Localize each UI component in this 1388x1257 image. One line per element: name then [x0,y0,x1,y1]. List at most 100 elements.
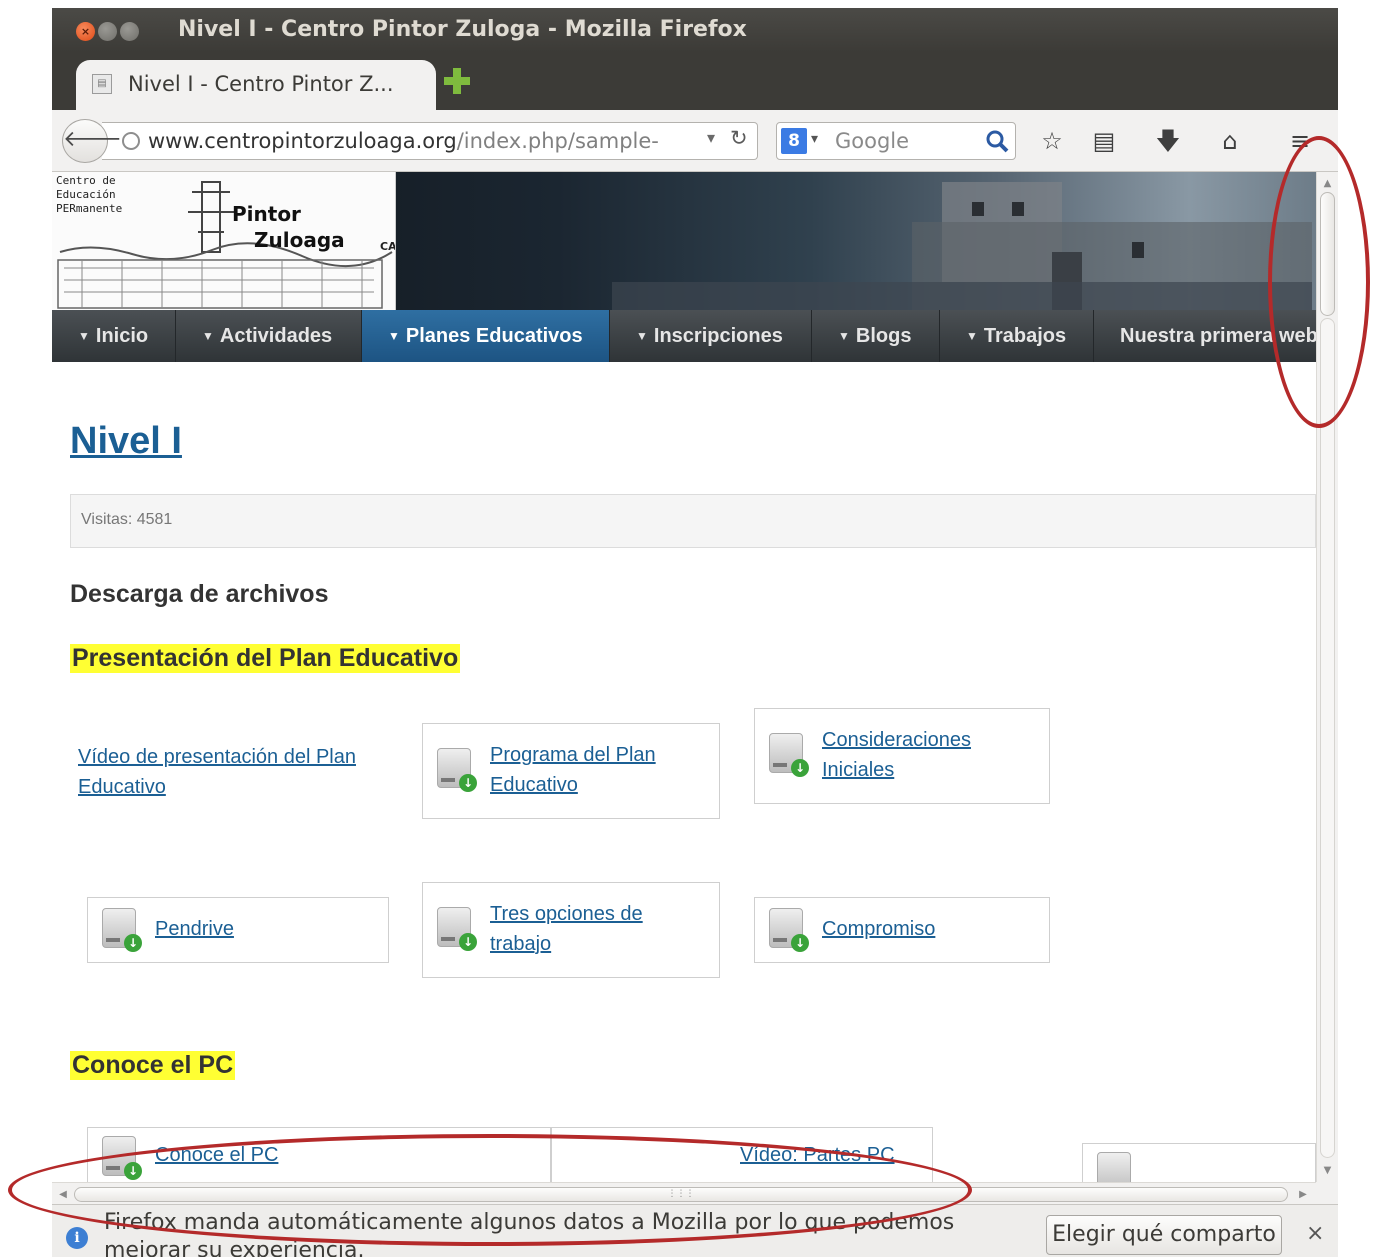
menu-item-label: Inscripciones [653,325,783,347]
menu-hamburger-icon[interactable]: ≡ [1282,122,1318,160]
download-file-icon: ↓ [437,907,477,953]
link-pendrive[interactable]: Pendrive [155,914,234,944]
globe-icon [122,132,140,150]
logo-pintor: Pintor [232,202,301,226]
scroll-up-icon[interactable]: ▲ [1320,176,1335,191]
menu-item-label: Blogs [855,325,912,347]
site-header: Centro de Educación PERmanente Pintor Zu… [52,172,1316,310]
page-viewport: Centro de Educación PERmanente Pintor Zu… [52,172,1316,1182]
window-minimize-button[interactable] [98,22,117,41]
menu-item-inscripciones[interactable]: ▼ Inscripciones [610,310,812,362]
back-button[interactable]: 🡐 [62,119,122,163]
horizontal-scrollbar[interactable]: ◀ ⋮⋮⋮ ▶ [52,1182,1316,1204]
link-video-presentacion[interactable]: Vídeo de presentación del Plan Educativo [78,742,388,802]
window-maximize-button[interactable] [120,22,139,41]
title-bar: × Nivel I - Centro Pintor Zuloga - Mozil… [52,8,1338,52]
section-heading-presentacion: Presentación del Plan Educativo [70,644,461,673]
menu-item-label: Actividades [219,325,333,347]
link-conoce-pc[interactable]: Conoce el PC [155,1140,278,1170]
scroll-left-icon[interactable]: ◀ [56,1187,70,1202]
browser-window: × Nivel I - Centro Pintor Zuloga - Mozil… [52,8,1338,1257]
tab-title: Nivel I - Centro Pintor Z... [128,72,394,96]
download-box-video-partes: Vídeo: Partes PC [551,1127,933,1182]
engine-dropdown-icon[interactable]: ▾ [811,131,818,147]
search-input[interactable]: Google [835,129,909,153]
downloads-heading: Descarga de archivos [70,580,329,608]
caret-down-icon: ▼ [966,329,978,343]
download-file-icon: ↓ [769,908,809,954]
site-logo[interactable]: Centro de Educación PERmanente Pintor Zu… [52,172,396,310]
caret-down-icon: ▼ [388,329,400,343]
download-box-partial [1082,1143,1316,1182]
download-file-icon: ↓ [102,1136,142,1182]
horizontal-scroll-thumb[interactable]: ⋮⋮⋮ [74,1187,1288,1202]
download-file-icon: ↓ [102,908,142,954]
bookmark-star-icon[interactable]: ☆ [1034,122,1070,160]
menu-item-label: Planes Educativos [405,325,583,347]
site-main-menu: ▼ Inicio ▼ Actividades ▼ Planes Educativos … [52,310,1316,362]
logo-cadiz: CADIZ [380,240,396,253]
link-programa-plan[interactable]: Programa del Plan Educativo [490,740,700,800]
notification-message: Firefox manda automáticamente algunos da… [104,1210,955,1257]
link-compromiso[interactable]: Compromiso [822,914,935,944]
new-tab-icon[interactable] [444,68,470,94]
window-title: Nivel I - Centro Pintor Zuloga - Mozilla… [178,17,747,42]
downloads-icon[interactable]: 🡇 [1150,122,1186,160]
caret-down-icon: ▼ [202,329,214,343]
url-text[interactable]: www.centropintorzuloaga.org/index.php/sa… [148,129,700,153]
link-consideraciones[interactable]: Consideraciones Iniciales [822,725,1032,785]
google-engine-icon[interactable]: 8 [781,128,807,154]
download-box-tres-opciones: ↓ Tres opciones de trabajo [422,882,720,978]
url-host: www.centropintorzuloaga.org [148,129,457,153]
download-file-icon: ↓ [437,748,477,794]
castle-photo [612,182,1312,310]
link-tres-opciones[interactable]: Tres opciones de trabajo [490,899,690,959]
search-icon[interactable] [985,129,1009,153]
menu-item-label: Trabajos [983,325,1067,347]
menu-item-blogs[interactable]: ▼ Blogs [812,310,940,362]
menu-item-inicio[interactable]: ▼ Inicio [52,310,176,362]
caret-down-icon: ▼ [636,329,648,343]
menu-item-nuestra-primera-web[interactable]: Nuestra primera web [1094,310,1316,362]
reading-list-icon[interactable]: ▤ [1086,122,1122,160]
menu-item-planes-educativos[interactable]: ▼ Planes Educativos [362,310,610,362]
browser-tab[interactable]: ▤ Nivel I - Centro Pintor Z... [76,60,436,110]
info-icon: i [66,1227,88,1249]
download-file-icon: ↓ [769,733,809,779]
download-box-conoce-pc: ↓ Conoce el PC [87,1127,551,1182]
scroll-right-icon[interactable]: ▶ [1296,1187,1310,1202]
caret-down-icon: ▼ [838,329,850,343]
link-video-partes[interactable]: Vídeo: Partes PC [740,1140,895,1170]
choose-what-to-share-button[interactable]: Elegir qué comparto [1046,1215,1282,1255]
home-icon[interactable]: ⌂ [1212,122,1248,160]
download-box-consideraciones: ↓ Consideraciones Iniciales [754,708,1050,804]
article-info: Visitas: 4581 [70,494,1316,548]
navigation-toolbar: www.centropintorzuloaga.org/index.php/sa… [52,110,1338,172]
close-icon[interactable]: × [1306,1221,1324,1246]
download-box-pendrive: ↓ Pendrive [87,897,389,963]
vertical-scroll-track[interactable] [1320,318,1335,1158]
menu-item-label: Nuestra primera web [1120,325,1316,347]
download-file-icon [1097,1152,1137,1182]
favicon-icon: ▤ [92,74,112,94]
search-bar[interactable]: 8 ▾ Google [776,122,1016,160]
download-box-compromiso: ↓ Compromiso [754,897,1050,963]
tab-strip: ▤ Nivel I - Centro Pintor Z... [52,52,1338,110]
scroll-down-icon[interactable]: ▼ [1320,1163,1335,1178]
vertical-scroll-thumb[interactable] [1320,192,1335,316]
url-history-dropdown-icon[interactable]: ▾ [707,128,715,147]
url-bar[interactable]: www.centropintorzuloaga.org/index.php/sa… [102,122,758,160]
notification-bar: i Firefox manda automáticamente algunos … [52,1204,1338,1257]
section-heading-conoce-pc: Conoce el PC [70,1051,236,1080]
menu-item-trabajos[interactable]: ▼ Trabajos [940,310,1094,362]
reload-icon[interactable]: ↻ [730,126,748,150]
logo-zuloaga: Zuloaga [254,228,345,252]
url-path: /index.php/sample- [456,129,659,153]
vertical-scrollbar[interactable]: ▲ ▼ [1316,172,1338,1182]
download-box-programa: ↓ Programa del Plan Educativo [422,723,720,819]
caret-down-icon: ▼ [78,329,90,343]
page-title[interactable]: Nivel I [70,420,182,463]
menu-item-actividades[interactable]: ▼ Actividades [176,310,362,362]
window-close-button[interactable]: × [76,22,95,41]
menu-item-label: Inicio [95,325,149,347]
